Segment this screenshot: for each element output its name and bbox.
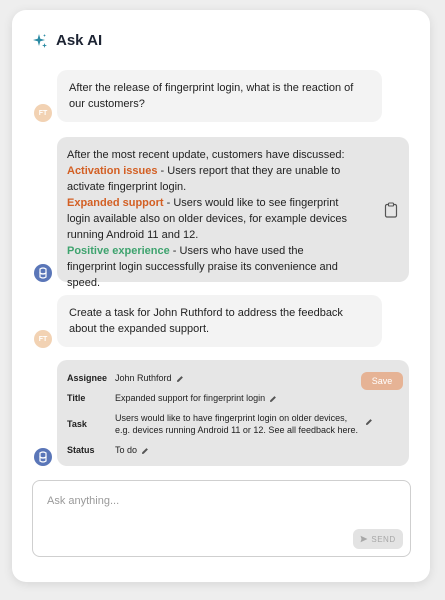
task-value-line: Users would like to have fingerprint log… — [115, 413, 348, 423]
user-message: Create a task for John Ruthford to addre… — [57, 295, 382, 347]
task-card: Assignee John Ruthford Title Expanded su… — [57, 360, 409, 466]
message-text: Create a task for John Ruthford to addre… — [69, 307, 343, 335]
send-icon — [360, 535, 368, 543]
ai-intro: After the most recent update, customers … — [67, 149, 345, 161]
field-value: John Ruthford — [115, 372, 184, 384]
pencil-icon[interactable] — [365, 418, 373, 426]
clipboard-icon[interactable] — [384, 202, 398, 218]
feedback-item: Activation issues - Users report that th… — [67, 163, 352, 195]
message-text: After the release of fingerprint login, … — [69, 82, 354, 110]
pencil-icon[interactable] — [141, 447, 149, 455]
ask-input[interactable] — [45, 491, 389, 511]
ai-avatar — [34, 448, 52, 466]
ai-logo-icon — [39, 267, 47, 279]
send-button[interactable]: SEND — [353, 529, 403, 549]
panel-title: Ask AI — [56, 32, 103, 49]
feedback-label: Expanded support — [67, 197, 164, 209]
ai-message: After the most recent update, customers … — [57, 137, 409, 289]
field-label: Task — [67, 419, 87, 429]
task-value-line: e.g. devices running Android 11 or 12. S… — [115, 425, 358, 435]
ask-ai-panel: Ask AI FT After the release of fingerpri… — [12, 10, 430, 582]
send-label: SEND — [371, 534, 396, 544]
field-value: Users would like to have fingerprint log… — [115, 412, 358, 436]
pencil-icon[interactable] — [269, 395, 277, 403]
panel-header: Ask AI — [32, 32, 102, 49]
message-text: After the most recent update, customers … — [67, 147, 352, 291]
ai-logo-icon — [39, 451, 47, 463]
user-message: After the release of fingerprint login, … — [57, 70, 382, 122]
save-button[interactable]: Save — [361, 372, 403, 390]
user-avatar: FT — [34, 104, 52, 122]
field-label: Assignee — [67, 373, 108, 383]
status-value: To do — [115, 445, 138, 455]
feedback-item: Positive experience - Users who have use… — [67, 243, 352, 291]
sparkle-icon — [33, 33, 47, 48]
user-avatar: FT — [34, 330, 52, 348]
ai-avatar — [34, 264, 52, 282]
pencil-icon[interactable] — [176, 375, 184, 383]
field-label: Title — [67, 393, 86, 403]
feedback-label: Positive experience — [67, 245, 170, 257]
field-value: To do — [115, 444, 149, 456]
field-value: Expanded support for fingerprint login — [115, 392, 277, 404]
feedback-item: Expanded support - Users would like to s… — [67, 195, 352, 243]
feedback-label: Activation issues — [67, 165, 158, 177]
title-value: Expanded support for fingerprint login — [115, 393, 266, 403]
composer: SEND — [32, 480, 411, 557]
assignee-value: John Ruthford — [115, 373, 172, 383]
field-label: Status — [67, 445, 95, 455]
